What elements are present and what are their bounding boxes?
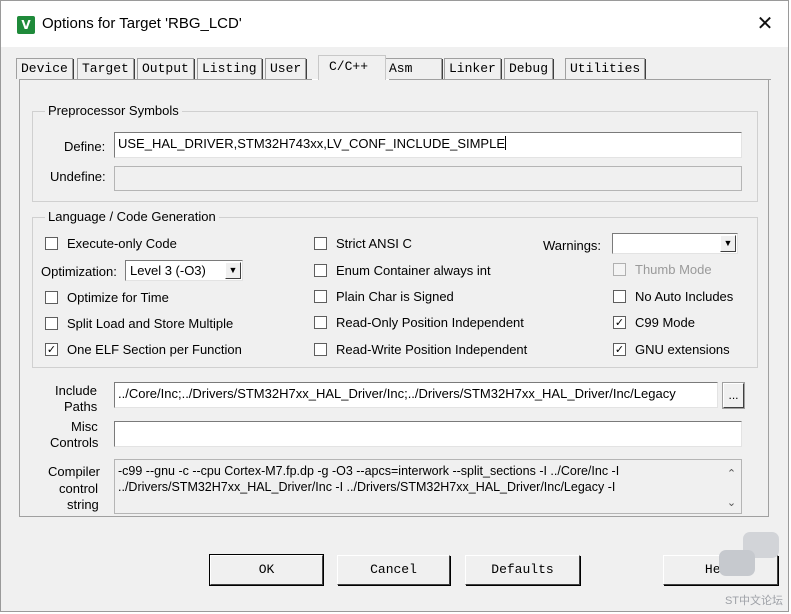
codegen-group-title: Language / Code Generation [45,209,219,224]
preprocessor-group-title: Preprocessor Symbols [45,103,182,118]
split-load-label: Split Load and Store Multiple [67,316,234,331]
compiler-string-line-1: -c99 --gnu -c --cpu Cortex-M7.fp.dp -g -… [118,464,620,478]
ro-pi-box [314,316,327,329]
include-paths-field[interactable]: ../Core/Inc;../Drivers/STM32H7xx_HAL_Dri… [114,382,718,408]
compiler-string-line-2: ../Drivers/STM32H7xx_HAL_Driver/Inc -I .… [118,480,616,494]
one-elf-checkbox[interactable]: ✓ One ELF Section per Function [45,342,242,357]
optimize-time-label: Optimize for Time [67,290,169,305]
execute-only-box [45,237,58,250]
optimization-value: Level 3 (-O3) [130,263,206,278]
split-load-box [45,317,58,330]
options-dialog: V Options for Target 'RBG_LCD' ✕ Device … [0,0,789,612]
text-caret [505,136,507,150]
title-bar: V Options for Target 'RBG_LCD' ✕ [1,1,788,47]
ro-pi-label: Read-Only Position Independent [336,315,524,330]
optimization-label: Optimization: [41,264,117,279]
thumb-mode-box [613,263,626,276]
forum-watermark: ST中文论坛 [711,530,783,610]
chevron-down-icon[interactable]: ▼ [720,235,736,252]
execute-only-checkbox[interactable]: Execute-only Code [45,236,177,251]
ok-button[interactable]: OK [209,554,324,586]
check-icon: ✓ [45,343,58,356]
check-icon: ✓ [613,316,626,329]
undefine-field[interactable] [114,166,742,191]
define-value: USE_HAL_DRIVER,STM32H743xx,LV_CONF_INCLU… [118,136,506,151]
tab-target[interactable]: Target [77,58,135,79]
enum-container-checkbox[interactable]: Enum Container always int [314,263,491,278]
chat-bubble-icon [719,550,755,576]
enum-container-box [314,264,327,277]
rw-pi-label: Read-Write Position Independent [336,342,528,357]
defaults-button[interactable]: Defaults [465,555,580,585]
strict-ansi-checkbox[interactable]: Strict ANSI C [314,236,412,251]
c99-mode-label: C99 Mode [635,315,695,330]
plain-char-checkbox[interactable]: Plain Char is Signed [314,289,454,304]
split-load-checkbox[interactable]: Split Load and Store Multiple [45,316,233,331]
plain-char-label: Plain Char is Signed [336,289,454,304]
chevron-down-icon[interactable]: ⌄ [723,495,740,511]
include-paths-browse-button[interactable]: ... [722,382,745,409]
watermark-text: ST中文论坛 [724,595,783,607]
misc-controls-label-1: Misc [71,419,98,434]
tab-device[interactable]: Device [16,58,74,79]
rw-pi-checkbox[interactable]: Read-Write Position Independent [314,342,527,357]
define-field[interactable]: USE_HAL_DRIVER,STM32H743xx,LV_CONF_INCLU… [114,132,742,158]
tab-utilities[interactable]: Utilities [565,58,647,79]
compiler-string-field[interactable]: -c99 --gnu -c --cpu Cortex-M7.fp.dp -g -… [114,459,742,514]
compiler-string-label-3: string [67,497,99,512]
misc-controls-label-2: Controls [50,435,99,450]
check-icon: ✓ [613,343,626,356]
close-icon[interactable]: ✕ [752,11,778,37]
tab-asm[interactable]: Asm [384,58,443,79]
optimize-time-box [45,291,58,304]
plain-char-box [314,290,327,303]
compiler-string-label-2: control [59,481,99,496]
dialog-title: Options for Target 'RBG_LCD' [42,15,242,32]
rw-pi-box [314,343,327,356]
keil-uvision-icon: V [17,16,35,34]
no-auto-includes-label: No Auto Includes [635,289,734,304]
strict-ansi-box [314,237,327,250]
tab-debug[interactable]: Debug [504,58,555,79]
chevron-down-icon[interactable]: ▼ [225,262,241,279]
tab-cc[interactable]: C/C++ [318,55,386,80]
enum-container-label: Enum Container always int [336,263,491,278]
optimization-select[interactable]: Level 3 (-O3) ▼ [125,260,243,281]
execute-only-label: Execute-only Code [67,236,177,251]
warnings-select[interactable]: ▼ [612,233,738,254]
thumb-mode-label: Thumb Mode [635,262,712,277]
chevron-up-icon[interactable]: ⌃ [723,466,740,482]
no-auto-includes-checkbox[interactable]: No Auto Includes [613,289,733,304]
tab-output[interactable]: Output [137,58,195,79]
ro-pi-checkbox[interactable]: Read-Only Position Independent [314,315,524,330]
misc-controls-field[interactable] [114,421,742,447]
include-paths-label-2: Paths [64,399,98,414]
c99-mode-checkbox[interactable]: ✓ C99 Mode [613,315,695,330]
compiler-string-scrollbar[interactable]: ⌃ ⌄ [723,461,740,512]
include-paths-label-1: Include [55,383,97,398]
strict-ansi-label: Strict ANSI C [336,236,412,251]
gnu-ext-checkbox[interactable]: ✓ GNU extensions [613,342,730,357]
warnings-label: Warnings: [543,238,602,253]
undefine-label: Undefine: [50,169,106,184]
gnu-ext-label: GNU extensions [635,342,730,357]
thumb-mode-checkbox[interactable]: Thumb Mode [613,262,712,277]
optimize-time-checkbox[interactable]: Optimize for Time [45,290,169,305]
tab-user[interactable]: User [265,58,308,79]
cancel-button[interactable]: Cancel [337,555,450,585]
tab-linker[interactable]: Linker [444,58,502,79]
compiler-string-label-1: Compiler [48,464,101,479]
no-auto-includes-box [613,290,626,303]
one-elf-label: One ELF Section per Function [67,342,242,357]
define-label: Define: [64,139,106,154]
tab-listing[interactable]: Listing [197,58,263,79]
